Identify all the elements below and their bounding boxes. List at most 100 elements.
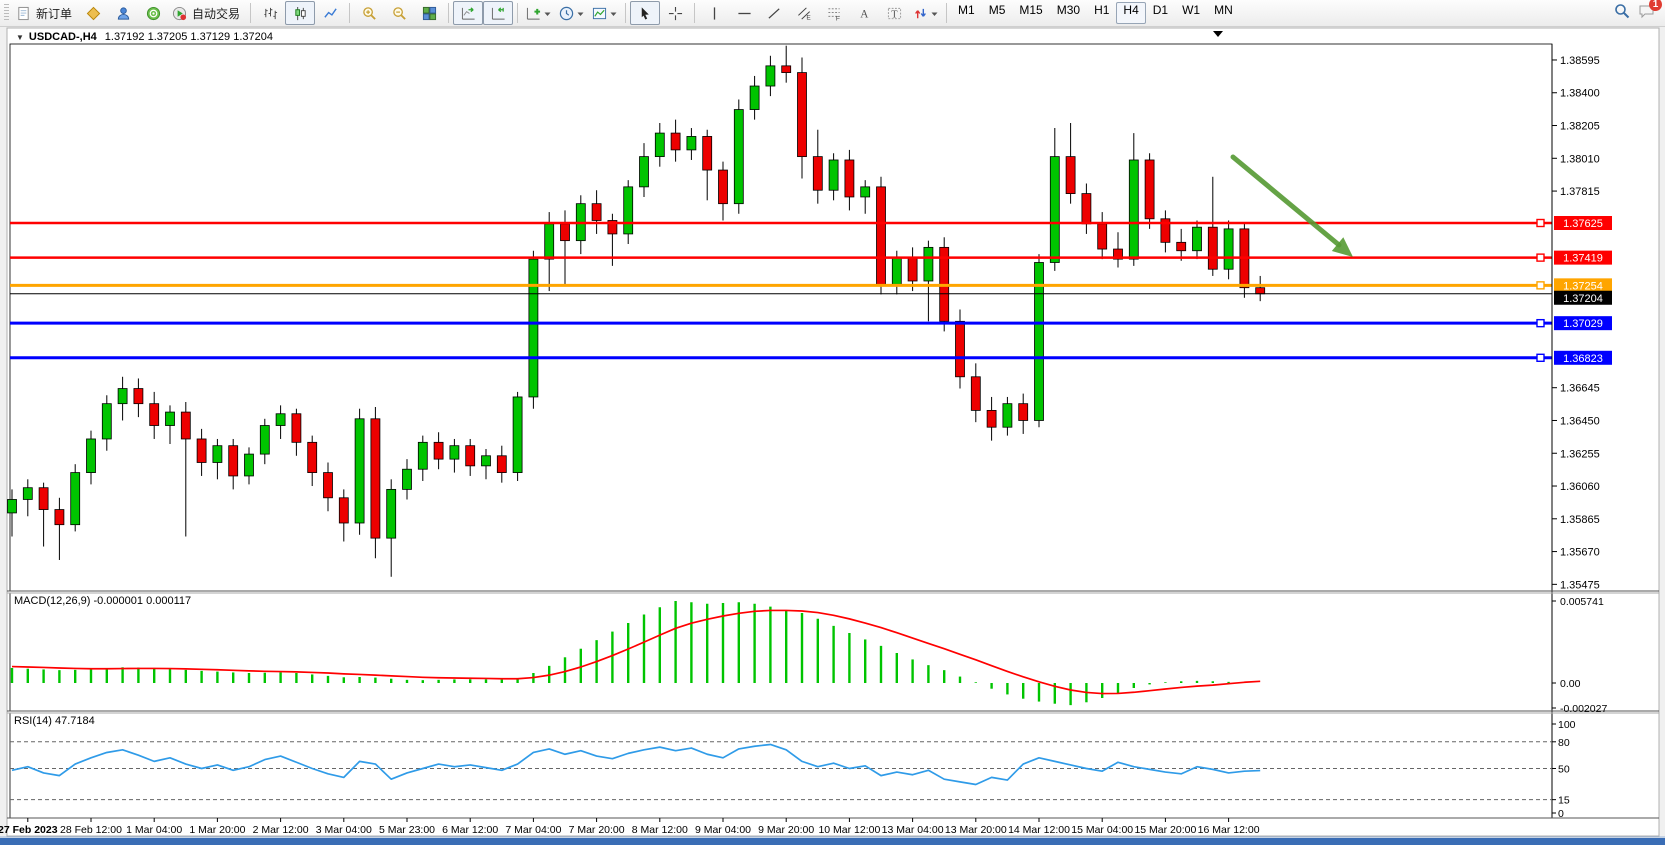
rsi-panel[interactable] — [10, 713, 1552, 818]
candle-body — [324, 473, 333, 498]
time-tick-label: 2 Mar 12:00 — [253, 824, 309, 836]
time-tick-label: 8 Mar 12:00 — [632, 824, 688, 836]
candle-body — [339, 498, 348, 523]
line-price-badge: 1.37254 — [1554, 278, 1612, 292]
price-badge-label: 1.37254 — [1563, 280, 1603, 292]
candle-body — [640, 157, 649, 187]
rsi-label: RSI(14) 47.7184 — [14, 715, 95, 727]
candle-body — [1082, 194, 1091, 224]
chart-title-bar[interactable]: ▼ USDCAD-,H4 1.37192 1.37205 1.37129 1.372… — [16, 31, 273, 43]
candle-body — [434, 442, 443, 459]
time-tick-label: 13 Mar 04:00 — [882, 824, 944, 836]
candle-body — [813, 157, 822, 191]
price-badge-label: 1.37204 — [1563, 293, 1603, 305]
rsi-axis-label: 15 — [1558, 795, 1570, 807]
axis-tick-label: 1.36255 — [1560, 448, 1600, 460]
line-price-badge: 1.37625 — [1554, 216, 1612, 230]
price-panel[interactable] — [10, 44, 1552, 591]
candle-body — [87, 439, 96, 473]
time-tick-label: 13 Mar 20:00 — [945, 824, 1007, 836]
price-badge-label: 1.36823 — [1563, 353, 1603, 365]
line-anchor-handle[interactable] — [1537, 220, 1544, 227]
candle-body — [1129, 160, 1138, 259]
rsi-axis-label: 80 — [1558, 737, 1570, 749]
chart-symbol-label: USDCAD-,H4 — [29, 31, 97, 43]
candle-body — [766, 66, 775, 86]
candle-body — [703, 136, 712, 170]
candle-body — [118, 389, 127, 404]
candle-body — [150, 404, 159, 426]
candle-body — [450, 446, 459, 459]
candle-body — [561, 224, 570, 241]
price-badge-label: 1.37419 — [1563, 253, 1603, 265]
candle-body — [1193, 227, 1202, 251]
time-tick-label: 9 Mar 20:00 — [758, 824, 814, 836]
candle-body — [371, 419, 380, 538]
axis-tick-label: 1.38400 — [1560, 88, 1600, 100]
candle-body — [782, 66, 791, 73]
candle-body — [956, 321, 965, 376]
candle-body — [513, 397, 522, 473]
candle-body — [1098, 224, 1107, 249]
candle-body — [529, 259, 538, 397]
chart-canvas[interactable]: 1.385951.384001.382051.380101.378151.366… — [0, 0, 1665, 845]
candle-body — [292, 414, 301, 443]
candle-body — [181, 412, 190, 439]
candle-body — [1256, 288, 1265, 294]
candle-body — [1003, 404, 1012, 428]
candle-body — [229, 446, 238, 476]
line-anchor-handle[interactable] — [1537, 320, 1544, 327]
candle-body — [23, 488, 32, 500]
candle-body — [482, 456, 491, 466]
candle-body — [197, 439, 206, 463]
time-tick-label: 1 Mar 20:00 — [189, 824, 245, 836]
candle-body — [1019, 404, 1028, 421]
candle-body — [671, 133, 680, 150]
candle-body — [655, 133, 664, 157]
time-tick-label: 5 Mar 23:00 — [379, 824, 435, 836]
current-price-badge: 1.37204 — [1554, 291, 1612, 305]
price-badge-label: 1.37029 — [1563, 318, 1603, 330]
line-anchor-handle[interactable] — [1537, 282, 1544, 289]
candle-body — [166, 412, 175, 425]
candle-body — [1208, 227, 1217, 269]
line-anchor-handle[interactable] — [1537, 254, 1544, 261]
time-tick-label: 1 Mar 04:00 — [126, 824, 182, 836]
candle-body — [355, 419, 364, 523]
axis-tick-label: 1.38205 — [1560, 121, 1600, 133]
axis-tick-label: 1.35865 — [1560, 514, 1600, 526]
time-tick-label: 16 Mar 12:00 — [1198, 824, 1260, 836]
rsi-axis-label: 50 — [1558, 764, 1570, 776]
candle-body — [213, 446, 222, 463]
candle-body — [403, 469, 412, 489]
candle-body — [971, 377, 980, 411]
candle-body — [276, 414, 285, 426]
candle-body — [1050, 157, 1059, 263]
chart-ohlc-values: 1.37192 1.37205 1.37129 1.37204 — [105, 31, 273, 43]
candle-body — [719, 170, 728, 204]
line-price-badge: 1.37029 — [1554, 316, 1612, 330]
axis-tick-label: 1.36060 — [1560, 481, 1600, 493]
candle-body — [750, 86, 759, 110]
candle-body — [687, 136, 696, 149]
axis-tick-label: 1.36645 — [1560, 383, 1600, 395]
macd-axis-label: 0.00 — [1560, 678, 1581, 690]
axis-tick-label: 1.38010 — [1560, 153, 1600, 165]
candle-body — [466, 446, 475, 466]
time-tick-label: 9 Mar 04:00 — [695, 824, 751, 836]
macd-label: MACD(12,26,9) -0.000001 0.000117 — [14, 595, 191, 607]
candle-body — [545, 224, 554, 259]
candle-body — [798, 73, 807, 157]
chart-collapse-triangle-icon[interactable]: ▼ — [16, 33, 24, 42]
time-tick-label: 7 Mar 04:00 — [505, 824, 561, 836]
candle-body — [877, 187, 886, 284]
candle-body — [8, 499, 17, 512]
candle-body — [245, 454, 254, 476]
window-bottom-border — [0, 838, 1665, 845]
candle-body — [924, 247, 933, 281]
time-tick-label: 27 Feb 2023 — [0, 824, 58, 836]
rsi-axis-label: 100 — [1558, 719, 1576, 731]
candle-body — [987, 410, 996, 427]
candle-body — [1224, 229, 1233, 269]
line-anchor-handle[interactable] — [1537, 354, 1544, 361]
